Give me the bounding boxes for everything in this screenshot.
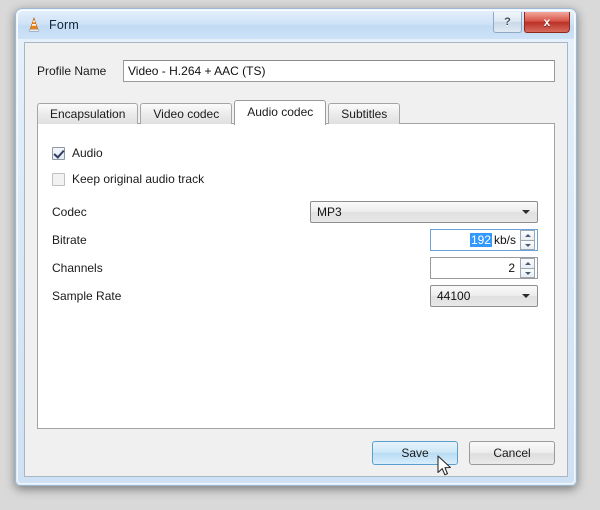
keep-original-audio-track-row[interactable]: Keep original audio track (52, 168, 538, 190)
codec-combobox[interactable]: MP3 (310, 201, 538, 223)
tab-video-codec[interactable]: Video codec (140, 103, 233, 124)
channels-spinbox[interactable]: 2 (430, 257, 538, 279)
tab-encapsulation[interactable]: Encapsulation (37, 103, 139, 124)
bitrate-decrement-icon[interactable] (520, 240, 535, 250)
codec-value: MP3 (317, 205, 342, 219)
save-button[interactable]: Save (372, 441, 458, 465)
tab-subtitles[interactable]: Subtitles (328, 103, 401, 124)
sample-rate-value: 44100 (437, 289, 471, 303)
audio-checkbox-row[interactable]: Audio (52, 142, 538, 164)
audio-checkbox[interactable] (52, 146, 65, 160)
channels-decrement-icon[interactable] (520, 268, 535, 278)
help-button[interactable]: ? (493, 12, 522, 33)
bitrate-unit: kb/s (493, 233, 516, 247)
dialog-button-bar: Save Cancel (372, 441, 555, 465)
bitrate-spinbox[interactable]: 192 kb/s (430, 229, 538, 251)
dialog-client-area: Profile Name Video - H.264 + AAC (TS) En… (24, 42, 568, 477)
window-controls: ? x (493, 12, 570, 33)
vlc-cone-icon (26, 17, 42, 33)
close-button[interactable]: x (524, 12, 570, 33)
window-title: Form (49, 18, 79, 32)
bitrate-label: Bitrate (52, 233, 87, 247)
chevron-down-icon (522, 294, 530, 298)
channels-value[interactable]: 2 (508, 261, 518, 275)
sample-rate-label: Sample Rate (52, 289, 122, 303)
bitrate-value[interactable]: 192 (469, 233, 492, 247)
codec-label: Codec (52, 205, 87, 219)
profile-name-input[interactable]: Video - H.264 + AAC (TS) (123, 60, 555, 82)
audio-codec-panel: Audio Keep original audio track Codec MP… (37, 123, 555, 429)
channels-label: Channels (52, 261, 103, 275)
bitrate-increment-icon[interactable] (520, 230, 535, 240)
audio-checkbox-label: Audio (72, 146, 103, 160)
cancel-button[interactable]: Cancel (469, 441, 555, 465)
keep-original-audio-track-label: Keep original audio track (72, 172, 205, 186)
profile-name-row: Profile Name Video - H.264 + AAC (TS) (37, 60, 555, 82)
bitrate-stepper[interactable] (520, 230, 535, 250)
sample-rate-combobox[interactable]: 44100 (430, 285, 538, 307)
tab-audio-codec[interactable]: Audio codec (234, 100, 327, 125)
channels-stepper[interactable] (520, 258, 535, 278)
profile-name-label: Profile Name (37, 64, 107, 78)
chevron-down-icon (522, 210, 530, 214)
keep-original-audio-track-checkbox[interactable] (52, 172, 65, 186)
title-bar[interactable]: Form ? x (18, 11, 574, 39)
tab-bar: Encapsulation Video codec Audio codec Su… (37, 100, 555, 125)
channels-increment-icon[interactable] (520, 258, 535, 268)
form-dialog-window: Form ? x Profile Name Video - H.264 + AA… (15, 8, 577, 486)
